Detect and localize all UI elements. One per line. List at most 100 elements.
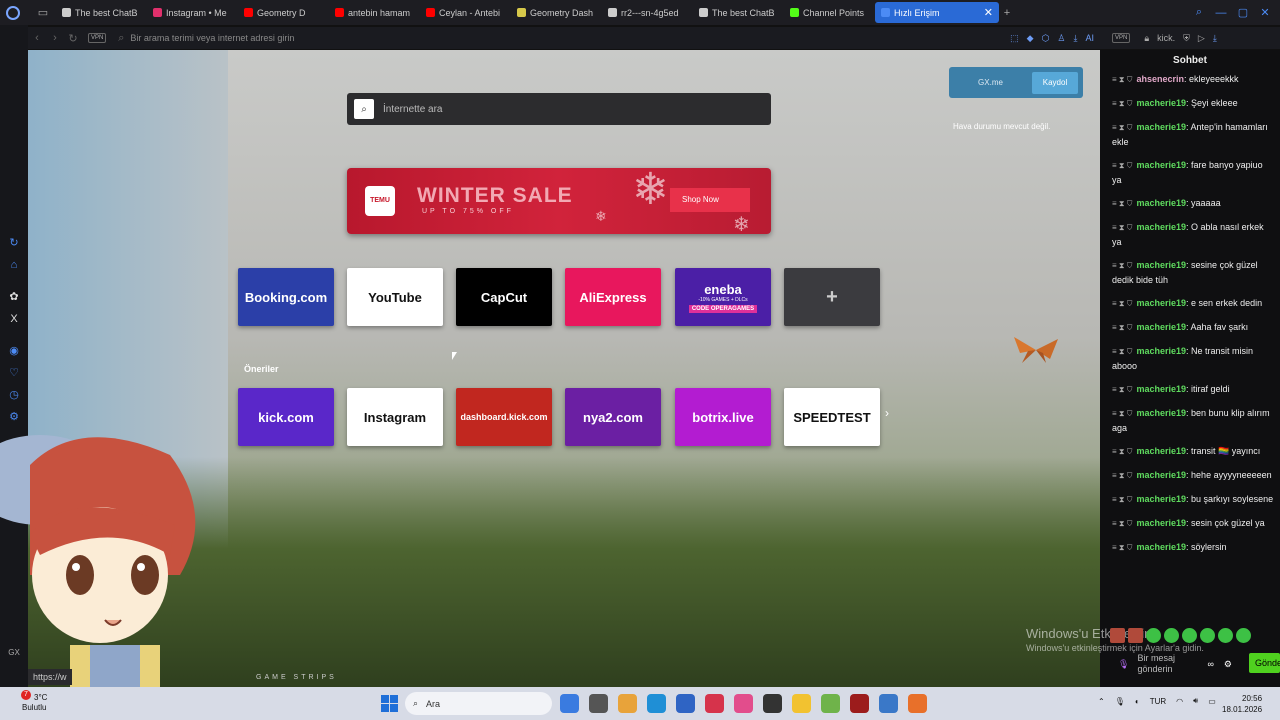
emote-icon[interactable] <box>1146 628 1161 643</box>
taskbar-search[interactable]: ⌕ Ara <box>405 692 552 715</box>
download-icon-2[interactable]: ⤓ <box>1213 33 1217 44</box>
taskbar-app-icon-12[interactable] <box>908 694 927 713</box>
sidebar-history-icon[interactable]: ◷ <box>6 387 22 403</box>
row2-tile-3[interactable]: nya2.com <box>565 388 661 446</box>
chat-username[interactable]: macherie19 <box>1136 122 1186 132</box>
tab-9[interactable]: Hızlı Erişim ✕ <box>875 2 999 23</box>
play-icon[interactable]: ▷ <box>1198 33 1205 44</box>
profile-icon[interactable]: ♙ <box>1057 33 1065 44</box>
taskbar-app-icon-7[interactable] <box>763 694 782 713</box>
tray-chevron-icon[interactable]: ⌃ <box>1098 697 1105 706</box>
row1-tile-1[interactable]: YouTube <box>347 268 443 326</box>
tab-3[interactable]: antebin hamam <box>329 2 418 23</box>
emote-icon[interactable] <box>1128 628 1143 643</box>
send-button[interactable]: Gönder <box>1249 653 1280 673</box>
taskbar-app-icon-9[interactable] <box>821 694 840 713</box>
clock[interactable]: 20:56 18.01.2026 <box>1222 693 1262 715</box>
taskbar-app-icon-8[interactable] <box>792 694 811 713</box>
game-strips-label[interactable]: GAME STRIPS <box>256 674 337 681</box>
volume-icon[interactable]: 🔊︎ <box>1193 696 1198 706</box>
tab-6[interactable]: rr2---sn-4g5ed <box>602 2 691 23</box>
chat-username[interactable]: macherie19 <box>1136 160 1186 170</box>
winter-sale-banner[interactable]: TEMU WINTER SALE UP TO 75% OFF Shop Now … <box>347 165 771 236</box>
taskbar-app-icon-4[interactable] <box>676 694 695 713</box>
sidebar-settings-icon[interactable]: ⚙ <box>6 409 22 425</box>
emote-icon[interactable] <box>1164 628 1179 643</box>
next-arrow-icon[interactable]: › <box>885 406 889 420</box>
chat-username[interactable]: macherie19 <box>1136 322 1186 332</box>
tab-1[interactable]: Instagram • Me <box>147 2 236 23</box>
chat-username[interactable]: macherie19 <box>1136 298 1186 308</box>
sidebar-bookmark-icon[interactable]: ♡ <box>6 365 22 381</box>
close-tab-icon[interactable]: ✕ <box>984 6 993 19</box>
start-button[interactable] <box>381 695 398 712</box>
row2-tile-1[interactable]: Instagram <box>347 388 443 446</box>
web-search-input[interactable]: İnternette ara <box>383 104 442 115</box>
row2-tile-5[interactable]: SPEEDTEST <box>784 388 880 446</box>
emote-icon[interactable] <box>1218 628 1233 643</box>
sidebar-x-icon[interactable]: X <box>6 311 22 327</box>
address-input[interactable]: Bir arama terimi veya internet adresi gi… <box>130 33 294 43</box>
maximize-icon[interactable]: ▢ <box>1234 4 1252 22</box>
emote-icon[interactable] <box>1200 628 1215 643</box>
chat-username[interactable]: macherie19 <box>1136 408 1186 418</box>
chat-username[interactable]: macherie19 <box>1136 384 1186 394</box>
taskbar-app-icon-5[interactable] <box>705 694 724 713</box>
taskbar-app-icon-3[interactable] <box>647 694 666 713</box>
tray-app-icon[interactable]: ◐ <box>1135 697 1140 706</box>
emote-icon[interactable] <box>1182 628 1197 643</box>
download-icon[interactable]: ⤓ <box>1074 33 1078 44</box>
taskbar-app-icon-0[interactable] <box>560 694 579 713</box>
chat-username[interactable]: macherie19 <box>1136 222 1186 232</box>
chat-username[interactable]: macherie19 <box>1136 446 1186 456</box>
minimize-icon[interactable]: — <box>1212 4 1230 22</box>
aria-icon[interactable]: ◆ <box>1027 33 1034 44</box>
taskbar-app-icon-11[interactable] <box>879 694 898 713</box>
wifi-icon[interactable]: ◠ <box>1176 697 1183 706</box>
row2-tile-0[interactable]: kick.com <box>238 388 334 446</box>
chat-vpn-badge[interactable]: VPN <box>1112 33 1131 43</box>
battery-icon[interactable]: ▭ <box>1208 697 1216 706</box>
chat-input[interactable]: Bir mesaj gönderin <box>1137 653 1201 675</box>
snapshot-icon[interactable]: ⬚ <box>1010 33 1019 44</box>
shield-icon[interactable]: ⛨ <box>1183 33 1190 44</box>
signup-button[interactable]: Kaydol <box>1032 71 1078 94</box>
row2-tile-4[interactable]: botrix.live <box>675 388 771 446</box>
tab-2[interactable]: Geometry D <box>238 2 327 23</box>
row1-tile-2[interactable]: CapCut <box>456 268 552 326</box>
reload-icon[interactable]: ↻ <box>64 32 82 45</box>
web-search-box[interactable]: ⌕ İnternette ara <box>347 93 771 125</box>
ai-button[interactable]: AI <box>1085 33 1094 44</box>
sidebar-messenger-icon[interactable]: ◉ <box>6 343 22 359</box>
chat-settings-icon[interactable]: ⚙ <box>1224 659 1232 670</box>
chat-username[interactable]: macherie19 <box>1136 98 1186 108</box>
opera-logo-icon[interactable] <box>6 5 20 20</box>
language-indicator[interactable]: TUR <box>1150 697 1166 706</box>
taskbar-app-icon-1[interactable] <box>589 694 608 713</box>
chat-username[interactable]: ahsenecrin <box>1136 74 1184 84</box>
row1-tile-3[interactable]: AliExpress <box>565 268 661 326</box>
chat-messages[interactable]: ≡ ⧗ ⛉ ahsenecrin: ekleyeeekkk ≡ ⧗ ⛉ macheri… <box>1100 72 1280 555</box>
row1-tile-5[interactable]: + <box>784 268 880 326</box>
emote-icon[interactable] <box>1110 628 1125 643</box>
row2-tile-2[interactable]: dashboard.kick.com <box>456 388 552 446</box>
tab-7[interactable]: The best ChatB <box>693 2 782 23</box>
new-tab-icon[interactable]: + <box>999 0 1015 25</box>
tray-mic-icon[interactable]: 🎙︎ <box>1115 697 1125 706</box>
close-window-icon[interactable]: ✕ <box>1256 4 1274 22</box>
emote-icon[interactable] <box>1236 628 1251 643</box>
tab-overview-icon[interactable]: ▭ <box>30 0 56 25</box>
chat-username[interactable]: macherie19 <box>1136 198 1186 208</box>
chat-username[interactable]: macherie19 <box>1136 346 1186 356</box>
sidebar-bag-icon[interactable]: ⌂ <box>6 257 22 273</box>
chat-username[interactable]: macherie19 <box>1136 494 1186 504</box>
tab-4[interactable]: Ceylan - Antebi <box>420 2 509 23</box>
tab-0[interactable]: The best ChatB <box>56 2 145 23</box>
chat-username[interactable]: macherie19 <box>1136 542 1186 552</box>
sidebar-refresh-icon[interactable]: ↻ <box>6 235 22 251</box>
forward-icon[interactable]: › <box>46 32 64 44</box>
emote-picker-icon[interactable]: ∞ <box>1207 659 1213 669</box>
extensions-icon[interactable]: ⬡ <box>1042 33 1050 44</box>
taskbar-app-icon-10[interactable] <box>850 694 869 713</box>
search-tabs-icon[interactable]: ⌕ <box>1190 4 1208 22</box>
